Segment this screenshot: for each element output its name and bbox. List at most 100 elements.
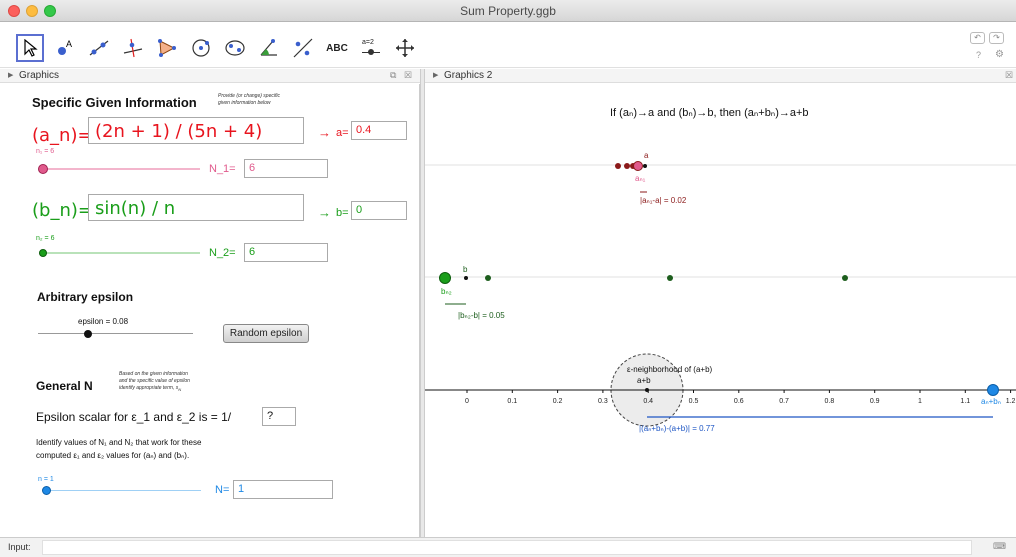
n2-slider-label: n₂ = 6	[36, 235, 55, 242]
N1-input-value: 6	[249, 162, 256, 174]
text-tool-button[interactable]: ABC	[324, 35, 350, 61]
circle-tool-button[interactable]	[188, 35, 214, 61]
identify-line-1: Identify values of N₁ and N₂ that work f…	[36, 438, 202, 447]
n-slider-track[interactable]	[46, 490, 201, 491]
general-note-sub: N	[178, 387, 182, 392]
N1-input[interactable]: 6	[244, 159, 328, 178]
polygon-tool-button[interactable]	[154, 35, 180, 61]
an-plus-bn-point[interactable]	[987, 384, 999, 396]
an-point[interactable]	[624, 163, 630, 169]
an-input-value: (2n + 1) / (5n + 4)	[95, 121, 263, 142]
random-epsilon-button[interactable]: Random epsilon	[223, 324, 309, 343]
move-graphics-tool-button[interactable]	[392, 35, 418, 61]
perpendicular-icon	[123, 38, 143, 58]
an1-point[interactable]	[633, 161, 643, 171]
axis-tick-label: 0.4	[643, 398, 653, 405]
line-tool-button[interactable]	[86, 35, 112, 61]
an-input[interactable]: (2n + 1) / (5n + 4)	[88, 117, 304, 144]
axis-tick-label: 0.1	[507, 398, 517, 405]
help-button[interactable]: ?	[976, 50, 981, 60]
bn-input[interactable]: sin(n) / n	[88, 194, 304, 221]
axis-tick-label: 1.1	[960, 398, 970, 405]
general-note-line: and the specific value of epsilon	[119, 378, 190, 384]
bn-point[interactable]	[667, 275, 673, 281]
n1-slider-knob[interactable]	[38, 164, 48, 174]
input-field[interactable]	[42, 540, 972, 555]
scalar-input-value: ?	[267, 410, 274, 422]
ellipse-tool-button[interactable]	[222, 35, 248, 61]
slider-tool-button[interactable]: a=2	[358, 35, 384, 61]
keyboard-icon[interactable]: ⌨	[993, 541, 1006, 552]
b-point[interactable]	[464, 276, 468, 280]
N2-label: N_2=	[209, 247, 236, 259]
specific-info-heading: Specific Given Information	[32, 95, 197, 110]
graphics1-panel[interactable]: Specific Given Information Provide (or c…	[0, 84, 420, 537]
n2-slider-knob[interactable]	[39, 249, 47, 257]
angle-tool-button[interactable]	[256, 35, 282, 61]
axis-tick-label: 1.2	[1006, 398, 1016, 405]
n1-slider-track[interactable]	[43, 168, 200, 170]
b-arrow: →	[318, 205, 331, 220]
N2-input[interactable]: 6	[244, 243, 328, 262]
n-slider-knob[interactable]	[41, 486, 51, 495]
reflect-tool-button[interactable]	[290, 35, 316, 61]
close-panel-icon[interactable]: ☒	[404, 70, 412, 81]
an-point[interactable]	[615, 163, 621, 169]
angle-icon	[260, 39, 277, 56]
bn2-point-label: bₙ₂	[441, 287, 452, 296]
n-slider-label: n = 1	[38, 476, 54, 483]
reflect-icon	[293, 38, 313, 58]
N-input[interactable]: 1	[233, 480, 333, 499]
N-label: N=	[215, 484, 230, 496]
epsilon-heading: Arbitrary epsilon	[37, 290, 134, 304]
an1-point-label: aₙ₁	[635, 174, 646, 183]
graphics2-header: ▶ Graphics 2 ☒	[425, 69, 1016, 83]
an1-diff-label: |aₙ₁-a| = 0.02	[640, 196, 687, 205]
cursor-icon	[24, 39, 38, 57]
a-input-value: 0.4	[356, 124, 372, 136]
axis-tick-label: 0.7	[779, 398, 789, 405]
axis-ticks: 0 0.1 0.2 0.3 0.4 0.5 0.6 0.7 0.8 0.9 1 1.1 1.2	[465, 390, 1016, 405]
an-plus-bn-label: aₙ+bₙ	[981, 397, 1001, 406]
n1-slider-label: n₁ = 6	[36, 148, 55, 155]
graphics2-panel[interactable]: If (aₙ)→a and (bₙ)→b, then (aₙ+bₙ)→a+b 0…	[425, 84, 1016, 537]
epsilon-slider-label: epsilon = 0.08	[78, 317, 129, 326]
b-input[interactable]: 0	[351, 201, 407, 220]
epsilon-slider-track[interactable]	[38, 333, 193, 334]
general-note-text: identify appropriate term, s	[119, 385, 179, 391]
a-point-label: a	[644, 151, 649, 160]
point-tool-button[interactable]: A	[52, 35, 78, 61]
heading-note-line: Provide (or change) specific	[218, 93, 280, 99]
perpendicular-tool-button[interactable]	[120, 35, 146, 61]
redo-button[interactable]: ↷	[989, 32, 1004, 44]
slider-icon: a=2	[360, 37, 382, 59]
a-input[interactable]: 0.4	[351, 121, 407, 140]
undock-icon[interactable]: ⧉	[390, 70, 396, 81]
window-title: Sum Property.ggb	[460, 4, 556, 18]
b-input-value: 0	[356, 204, 363, 216]
scalar-input[interactable]: ?	[262, 407, 296, 426]
toolbar: A ABC a=2 ↶ ↷ ? ⚙	[0, 22, 1016, 68]
bn-point[interactable]	[842, 275, 848, 281]
collapse-arrow-icon[interactable]: ▶	[8, 71, 13, 79]
axis-tick-label: 0.3	[598, 398, 608, 405]
a-plus-b-point[interactable]	[645, 388, 649, 392]
move-tool-button[interactable]	[16, 34, 44, 62]
graphics2-title: Graphics 2	[444, 70, 493, 81]
gear-icon[interactable]: ⚙	[995, 49, 1004, 60]
a-point[interactable]	[643, 164, 647, 168]
undo-button[interactable]: ↶	[970, 32, 985, 44]
a-label: a=	[336, 127, 349, 139]
sum-diff-label: |(aₙ+bₙ)-(a+b)| = 0.77	[639, 424, 715, 433]
N2-input-value: 6	[249, 246, 256, 258]
collapse-arrow-icon[interactable]: ▶	[433, 71, 438, 79]
a-arrow: →	[318, 125, 331, 140]
axis-tick-label: 0	[465, 398, 469, 405]
bn2-point[interactable]	[439, 272, 451, 284]
heading-note: Provide (or change) specific given infor…	[218, 93, 280, 107]
epsilon-slider-knob[interactable]	[83, 330, 92, 338]
bn-point[interactable]	[485, 275, 491, 281]
heading-note-line: given information below	[218, 100, 271, 106]
n2-slider-track[interactable]	[43, 252, 200, 254]
close-panel-icon[interactable]: ☒	[1005, 70, 1013, 81]
